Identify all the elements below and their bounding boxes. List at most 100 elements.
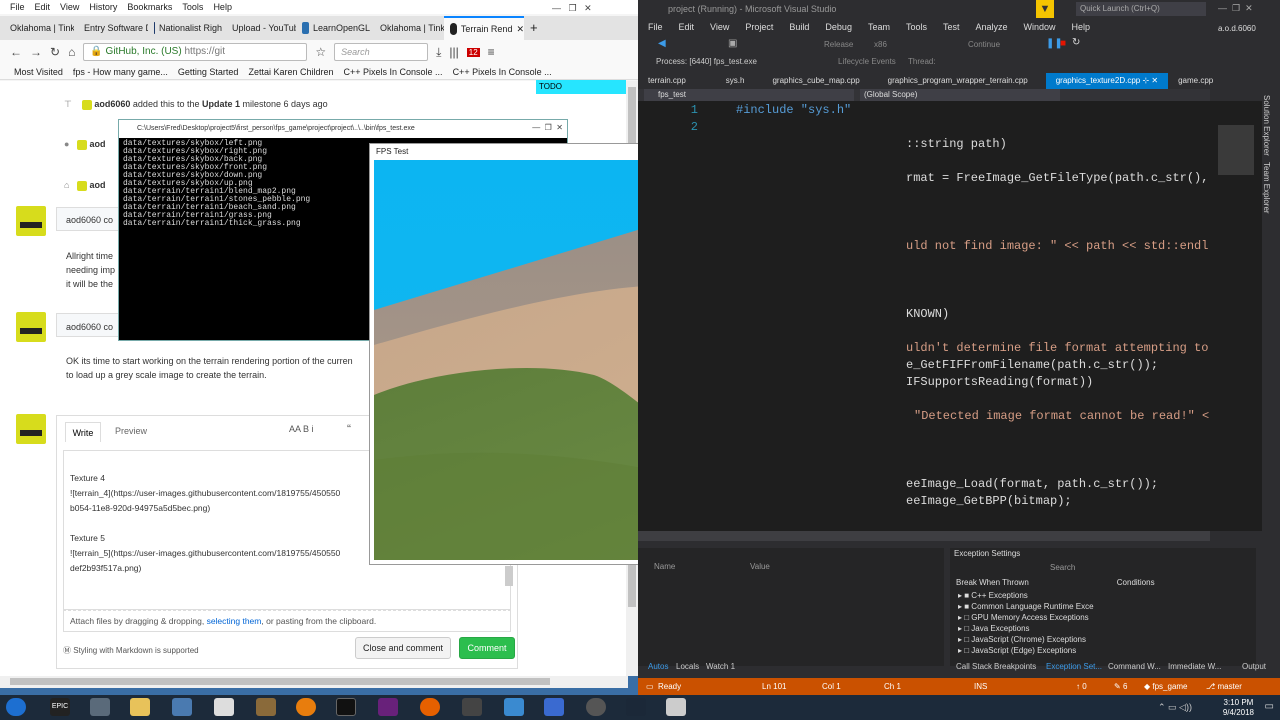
process-select[interactable]: Process: [6440] fps_test.exe: [656, 57, 757, 66]
close-tab-icon[interactable]: ✕: [516, 18, 524, 40]
tab-entry-software[interactable]: Entry Software D: [74, 16, 148, 40]
exc-row[interactable]: ▸ □ JavaScript (Edge) Exceptions: [950, 645, 1256, 656]
reload-icon[interactable]: ↻: [50, 45, 60, 59]
code-minimap[interactable]: [1210, 101, 1262, 531]
status-push[interactable]: ↑ 0: [1076, 678, 1087, 695]
tab-learnopengl[interactable]: LearnOpenGL: [296, 16, 370, 40]
console-controls[interactable]: — ❐ ✕: [532, 123, 563, 132]
obs-icon[interactable]: [586, 698, 606, 716]
avatar[interactable]: [16, 414, 46, 444]
forward-icon[interactable]: →: [30, 45, 42, 59]
doc-tab-graphics-texture2d[interactable]: graphics_texture2D.cpp ⊹ ✕: [1045, 73, 1169, 89]
blender-icon[interactable]: [296, 698, 316, 716]
quick-launch-input[interactable]: Quick Launch (Ctrl+Q): [1076, 2, 1206, 16]
filter-icon[interactable]: ▼: [1036, 0, 1054, 18]
tab-call-stack[interactable]: Call Stack: [956, 661, 992, 673]
vs-menu-window[interactable]: Window: [1024, 18, 1056, 36]
app-icon[interactable]: [666, 698, 686, 716]
project-scope[interactable]: fps_test: [644, 89, 854, 101]
vs-menu-view[interactable]: View: [710, 18, 729, 36]
save-icon[interactable]: ▣: [728, 38, 737, 49]
library-icon[interactable]: |||: [449, 45, 458, 59]
platform-select[interactable]: x86: [874, 40, 887, 49]
app-icon[interactable]: [544, 698, 564, 716]
textarea-scrollbar[interactable]: [505, 566, 513, 586]
tab-breakpoints[interactable]: Breakpoints: [994, 661, 1036, 673]
tab-locals[interactable]: Locals: [676, 661, 699, 673]
menu-bookmarks[interactable]: Bookmarks: [127, 0, 172, 14]
vs-menu-tools[interactable]: Tools: [906, 18, 927, 36]
lifecycle-events[interactable]: Lifecycle Events: [838, 54, 896, 70]
menu-icon[interactable]: ≡: [488, 45, 495, 59]
status-repo[interactable]: ◆ fps_game: [1144, 678, 1188, 695]
back-icon[interactable]: ←: [10, 45, 22, 59]
app-icon[interactable]: [462, 698, 482, 716]
bookmark-cpp-pixels-1[interactable]: C++ Pixels In Console ...: [344, 64, 443, 79]
doc-tab-program-wrapper-terrain[interactable]: graphics_program_wrapper_terrain.cpp: [878, 73, 1038, 89]
attach-files-area[interactable]: Attach files by dragging & dropping, sel…: [63, 610, 511, 632]
tab-terrain[interactable]: Terrain Rend ✕: [444, 16, 524, 40]
tab-exception-settings[interactable]: Exception Set...: [1046, 661, 1102, 673]
menu-edit[interactable]: Edit: [35, 0, 51, 14]
start-icon[interactable]: [6, 698, 26, 716]
close-and-comment-button[interactable]: Close and comment: [355, 637, 451, 659]
visual-studio-icon[interactable]: [378, 698, 398, 716]
file-explorer-icon[interactable]: [130, 698, 150, 716]
format-toolbar[interactable]: AA B i: [289, 424, 314, 434]
console-icon[interactable]: [336, 698, 356, 716]
downloads-icon[interactable]: ⤓: [436, 45, 441, 60]
config-select[interactable]: Release: [824, 40, 853, 49]
menu-tools[interactable]: Tools: [182, 0, 203, 14]
vs-menu-edit[interactable]: Edit: [679, 18, 695, 36]
comment-button[interactable]: Comment: [459, 637, 515, 659]
bookmark-cpp-pixels-2[interactable]: C++ Pixels In Console ...: [453, 64, 552, 79]
tray-icons[interactable]: ⌃ ▭ ◁)): [1158, 702, 1192, 713]
tab-watch1[interactable]: Watch 1: [706, 661, 735, 673]
vs-window-controls[interactable]: — ❐ ✕: [1218, 3, 1253, 14]
vs-menu-build[interactable]: Build: [789, 18, 809, 36]
bookmark-getting-started[interactable]: Getting Started: [178, 64, 239, 79]
doc-tab-graphics-cube-map[interactable]: graphics_cube_map.cpp: [762, 73, 869, 89]
bookmark-star-icon[interactable]: ☆: [315, 45, 326, 59]
vs-menu-team[interactable]: Team: [868, 18, 890, 36]
continue-button[interactable]: Continue: [968, 40, 1000, 49]
vs-menu-debug[interactable]: Debug: [825, 18, 852, 36]
system-clock[interactable]: 3:10 PM 9/4/2018: [1223, 698, 1254, 718]
menu-help[interactable]: Help: [213, 0, 232, 14]
global-scope[interactable]: (Global Scope): [860, 89, 1060, 101]
doc-tab-terrain-cpp[interactable]: terrain.cpp: [638, 73, 696, 89]
tab-autos[interactable]: Autos: [648, 661, 668, 673]
doc-tab-sys-h[interactable]: sys.h: [716, 73, 755, 89]
tab-oklahoma-2[interactable]: Oklahoma | Tink: [370, 16, 444, 40]
firefox-icon[interactable]: [420, 698, 440, 716]
home-icon[interactable]: ⌂: [68, 45, 75, 59]
comment-author[interactable]: aod6060 co: [66, 215, 113, 225]
attach-link[interactable]: selecting them: [207, 616, 262, 626]
exc-row[interactable]: ▸ □ JavaScript (Chrome) Exceptions: [950, 634, 1256, 645]
unity-icon[interactable]: [214, 698, 234, 716]
comment-author[interactable]: aod6060 co: [66, 322, 113, 332]
stop-icon[interactable]: ■: [1060, 38, 1066, 49]
epic-games-icon[interactable]: EPIC: [50, 698, 70, 716]
doc-tab-game-cpp[interactable]: game.cpp: [1168, 73, 1223, 89]
search-input[interactable]: Search: [334, 43, 429, 61]
window-controls[interactable]: — ❐ ✕: [552, 3, 592, 14]
event-user[interactable]: aod: [89, 139, 105, 149]
tab-command-window[interactable]: Command W...: [1108, 661, 1161, 673]
restart-icon[interactable]: ↻: [1072, 37, 1080, 48]
editor-hscroll[interactable]: [638, 531, 1210, 541]
horizontal-scrollbar[interactable]: [0, 676, 628, 688]
markdown-note[interactable]: Ⓜ Styling with Markdown is supported: [63, 645, 199, 656]
notifications-icon[interactable]: ▭: [1265, 701, 1274, 712]
exc-search[interactable]: Search: [950, 560, 1256, 576]
new-tab-button[interactable]: +: [524, 16, 548, 40]
vs-menu-file[interactable]: File: [648, 18, 663, 36]
event-user[interactable]: aod: [89, 180, 105, 190]
bookmark-fps[interactable]: fps - How many game...: [73, 64, 168, 79]
exc-row[interactable]: ▸ □ Java Exceptions: [950, 623, 1256, 634]
status-edits[interactable]: ✎ 6: [1114, 678, 1127, 695]
exc-row[interactable]: ▸ □ GPU Memory Access Exceptions: [950, 612, 1256, 623]
menu-history[interactable]: History: [89, 0, 117, 14]
navigate-back-icon[interactable]: ◀: [658, 38, 666, 49]
tab-immediate-window[interactable]: Immediate W...: [1168, 661, 1221, 673]
